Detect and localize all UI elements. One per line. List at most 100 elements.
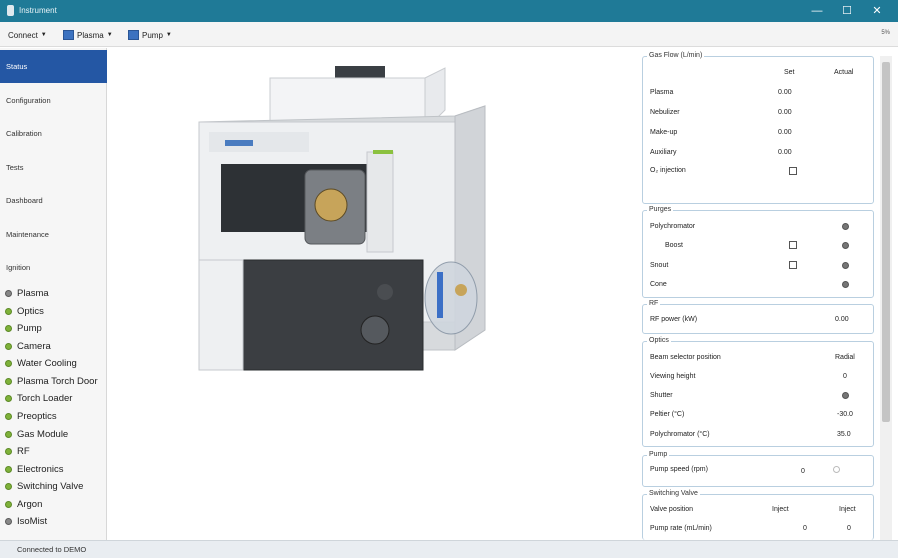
nav-status[interactable]: Status (0, 50, 107, 83)
plasma-menu-label: Plasma (77, 30, 104, 40)
status-dot-icon (5, 289, 12, 297)
pump-speed-stepper[interactable] (833, 466, 840, 473)
purges-group: Purges Polychromator Boost Snout Cone (642, 206, 874, 298)
purge-polychromator-label: Polychromator (650, 223, 696, 230)
subsystem-water-cooling[interactable]: Water Cooling (5, 356, 77, 370)
caret-down-icon: ▼ (106, 32, 113, 38)
shutter-led (842, 392, 849, 399)
subsystem-argon[interactable]: Argon (5, 497, 42, 511)
subsystem-label: Camera (17, 340, 51, 352)
nav-tests[interactable]: Tests (0, 151, 107, 184)
pump-icon (128, 30, 139, 40)
pump-title: Pump (647, 451, 670, 458)
subsystem-isomist[interactable]: IsoMist (5, 514, 47, 528)
boost-checkbox[interactable] (789, 241, 797, 249)
connection-status: Connected to DEMO (17, 545, 87, 554)
maximize-button[interactable]: ☐ (838, 3, 856, 19)
plasma-icon (63, 30, 74, 40)
status-dot-icon (5, 430, 12, 438)
pump-speed-label: Pump speed (rpm) (650, 466, 708, 473)
pump-menu[interactable]: Pump ▼ (128, 29, 172, 41)
purge-snout-led (842, 262, 849, 269)
subsystem-plasma[interactable]: Plasma (5, 286, 49, 300)
status-dot-icon (5, 482, 12, 490)
rf-group: RF RF power (kW) 0.00 (642, 300, 874, 334)
purge-cone-label: Cone (650, 281, 667, 288)
subsystem-plasma-torch-door[interactable]: Plasma Torch Door (5, 374, 98, 388)
status-dot-icon (5, 465, 12, 473)
subsystem-preoptics[interactable]: Preoptics (5, 409, 57, 423)
gas-plasma-label: Plasma (650, 89, 674, 96)
connect-menu[interactable]: Connect ▼ (8, 29, 47, 41)
gas-auxiliary-set[interactable]: 0.00 (778, 149, 792, 156)
nav-dashboard[interactable]: Dashboard (0, 184, 107, 217)
subsystem-switching-valve[interactable]: Switching Valve (5, 479, 83, 493)
scrollbar-thumb[interactable] (882, 62, 890, 422)
subsystem-torch-loader[interactable]: Torch Loader (5, 391, 72, 405)
gas-auxiliary-label: Auxiliary (650, 149, 677, 156)
nav-configuration[interactable]: Configuration (0, 84, 107, 117)
gas-makeup-set[interactable]: 0.00 (778, 129, 792, 136)
gas-nebulizer-set[interactable]: 0.00 (778, 109, 792, 116)
subsystem-label: Torch Loader (17, 392, 73, 404)
shutter-label: Shutter (650, 392, 673, 399)
purge-snout-label: Snout (650, 262, 669, 269)
caret-down-icon: ▼ (40, 32, 47, 38)
snout-checkbox[interactable] (789, 261, 797, 269)
col-set-header: Set (784, 69, 795, 76)
plasma-menu[interactable]: Plasma ▼ (63, 29, 113, 41)
o2-injection-checkbox[interactable] (789, 167, 797, 175)
status-dot-icon (5, 342, 12, 350)
pump-group: Pump Pump speed (rpm) 0 (642, 451, 874, 487)
brand-logo (225, 140, 253, 146)
peltier-value: -30.0 (837, 411, 853, 418)
status-dot-icon (5, 412, 12, 420)
subsystem-label: Plasma (17, 287, 49, 299)
subsystem-gas-module[interactable]: Gas Module (5, 427, 68, 441)
pump-rate-value-2: 0 (847, 525, 851, 532)
subsystem-label: Argon (17, 498, 43, 510)
panel-scrollbar[interactable] (880, 56, 892, 540)
pump-rate-value-1: 0 (803, 525, 807, 532)
pump-menu-label: Pump (142, 30, 163, 40)
valve-position-value-1: Inject (772, 506, 789, 513)
close-button[interactable]: ✕ (868, 3, 886, 19)
switching-valve-group: Switching Valve Valve position Inject In… (642, 490, 874, 540)
gas-plasma-set[interactable]: 0.00 (778, 89, 792, 96)
purge-boost-led (842, 242, 849, 249)
viewing-height-value: 0 (843, 373, 847, 380)
status-dot-icon (5, 394, 12, 402)
title-bar: Instrument — ☐ ✕ (0, 0, 898, 22)
beam-selector-value: Radial (835, 354, 855, 361)
rf-power-label: RF power (kW) (650, 316, 698, 323)
nav-calibration[interactable]: Calibration (0, 117, 107, 150)
nav-ignition[interactable]: Ignition (0, 251, 107, 284)
app-icon (7, 5, 14, 16)
subsystem-optics[interactable]: Optics (5, 304, 44, 318)
subsystem-label: Pump (17, 322, 42, 334)
purges-title: Purges (647, 206, 674, 213)
beam-selector-label: Beam selector position (650, 354, 721, 361)
gas-nebulizer-label: Nebulizer (650, 109, 680, 116)
subsystem-rf[interactable]: RF (5, 444, 30, 458)
polychromator-temp-label: Polychromator (°C) (650, 431, 710, 438)
pump-speed-value[interactable]: 0 (801, 468, 805, 475)
subsystem-label: Gas Module (17, 428, 69, 440)
minimize-button[interactable]: — (808, 3, 826, 19)
subsystem-camera[interactable]: Camera (5, 339, 51, 353)
subsystem-pump[interactable]: Pump (5, 321, 42, 335)
valve-position-value-2: Inject (839, 506, 856, 513)
subsystem-label: RF (17, 445, 30, 457)
subsystem-label: Electronics (17, 463, 64, 475)
nav-maintenance[interactable]: Maintenance (0, 218, 107, 251)
status-dot-icon (5, 517, 12, 525)
zoom-indicator: 5% (881, 30, 890, 36)
status-dot-icon (5, 307, 12, 315)
subsystem-label: Optics (17, 305, 44, 317)
status-dot-icon (5, 324, 12, 332)
purge-polychromator-led (842, 223, 849, 230)
peltier-label: Peltier (°C) (650, 411, 685, 418)
subsystem-electronics[interactable]: Electronics (5, 462, 63, 476)
rf-title: RF (647, 300, 661, 307)
instrument-illustration (198, 66, 486, 371)
